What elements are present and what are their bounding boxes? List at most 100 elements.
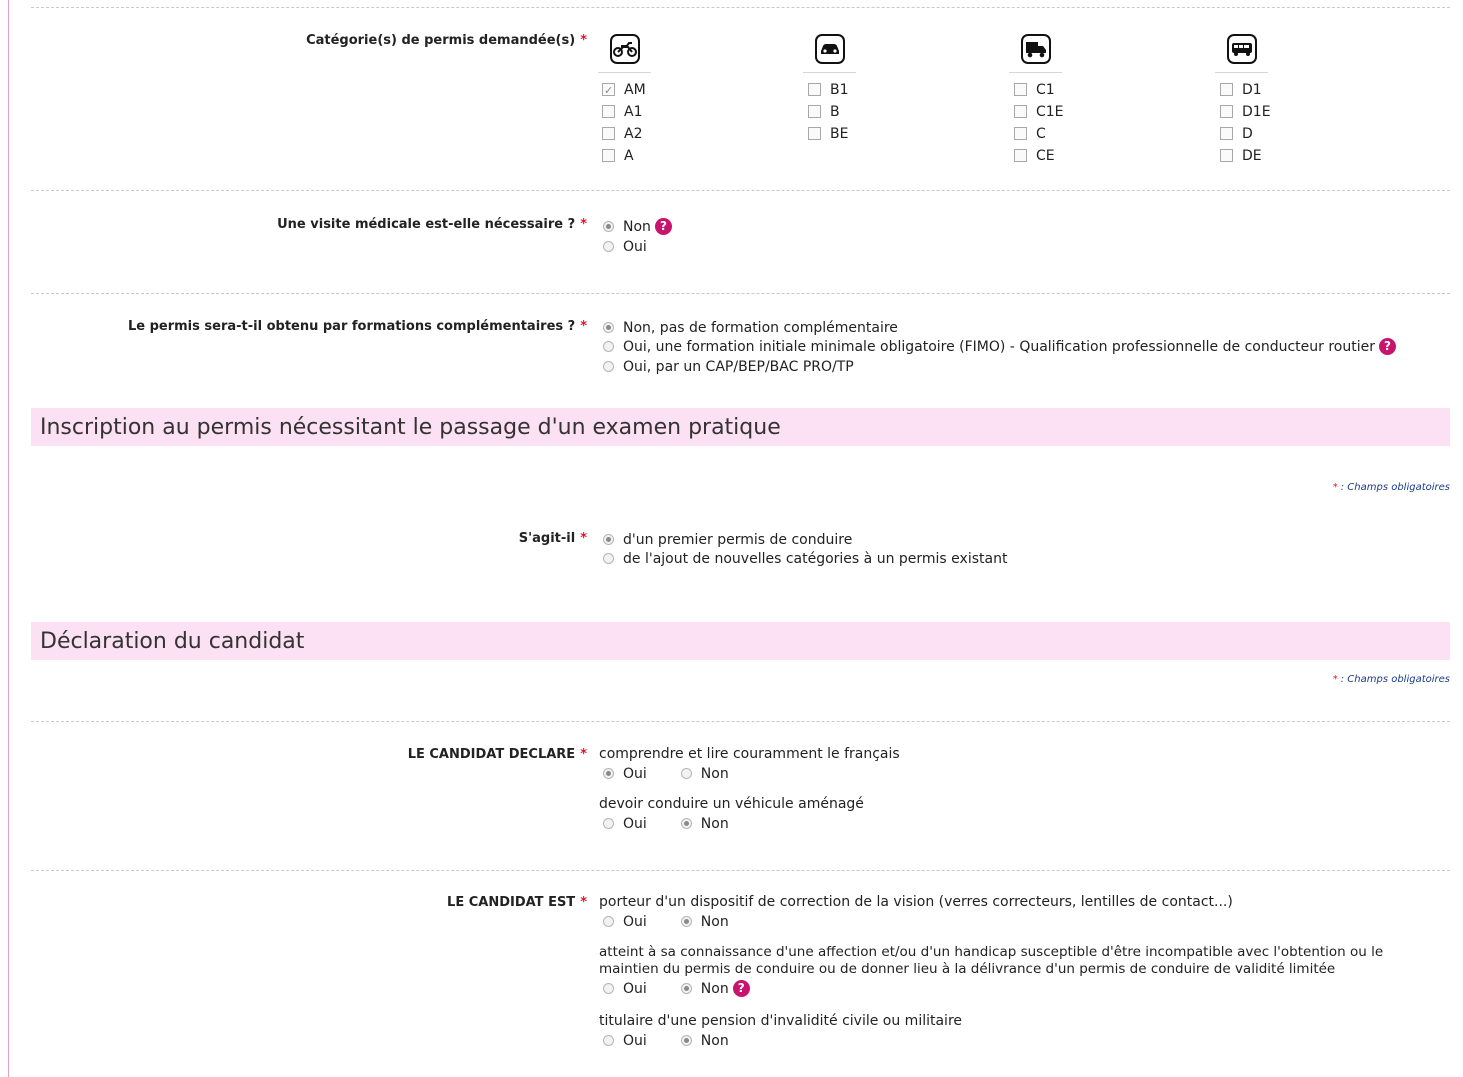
checkbox-a2[interactable]: A2 (602, 124, 642, 144)
option-label: Oui (623, 981, 647, 997)
checkbox-a1[interactable]: A1 (602, 102, 642, 122)
checkbox-ce[interactable]: CE (1014, 146, 1055, 166)
checkbox[interactable] (1014, 126, 1027, 140)
radio-button[interactable] (603, 767, 614, 779)
checkbox-d1[interactable]: D1 (1220, 80, 1262, 100)
radio-button[interactable] (680, 982, 692, 994)
checkbox[interactable] (1220, 82, 1233, 96)
checkbox[interactable] (808, 104, 821, 118)
checkbox-a[interactable]: A (602, 146, 634, 166)
radio-button[interactable] (680, 817, 692, 829)
checkbox[interactable] (602, 126, 615, 140)
training-option-cap[interactable]: Oui, par un CAP/BEP/BAC PRO/TP (603, 357, 854, 377)
checkbox-de[interactable]: DE (1220, 146, 1262, 166)
radio-button[interactable] (603, 321, 614, 333)
motorcycle-icon (610, 34, 640, 64)
required-star: * (580, 33, 587, 48)
sagit-option-first[interactable]: d'un premier permis de conduire (603, 530, 852, 550)
radio-button[interactable] (603, 360, 614, 372)
radio-button[interactable] (603, 340, 614, 352)
checkbox[interactable] (602, 81, 615, 101)
required-star: * (580, 895, 587, 910)
category-code: AM (624, 82, 646, 98)
radio-button[interactable] (680, 767, 692, 779)
help-icon[interactable]: ? (732, 979, 750, 997)
checkbox[interactable] (1014, 82, 1027, 96)
option-label: de l'ajout de nouvelles catégories à un … (623, 551, 1008, 567)
radio-button[interactable] (603, 817, 614, 829)
checkbox[interactable] (808, 126, 821, 140)
radio-button[interactable] (603, 533, 614, 545)
divider (31, 7, 1450, 8)
category-underline (598, 72, 651, 73)
yes-no-group: Oui Non (603, 815, 729, 833)
category-code: B (830, 104, 840, 120)
option-label: Non (700, 816, 729, 832)
category-code: C1E (1036, 104, 1064, 120)
help-icon[interactable]: ? (654, 217, 672, 235)
sagit-label: S'agit-il * (519, 531, 587, 546)
option-label: Non, pas de formation complémentaire (623, 320, 898, 336)
checkbox[interactable] (602, 148, 615, 162)
yes-no-group: Oui Non (603, 1032, 729, 1050)
category-code: C (1036, 126, 1046, 142)
option-label: Non (700, 981, 729, 997)
est-label: LE CANDIDAT EST * (447, 895, 587, 910)
sagit-label-text: S'agit-il (518, 531, 576, 546)
category-underline (1009, 72, 1062, 73)
option-label: Non (700, 914, 729, 930)
required-star: * (580, 747, 587, 762)
option-label: Oui (623, 816, 647, 832)
radio-button[interactable] (603, 552, 614, 564)
checkbox-be[interactable]: BE (808, 124, 848, 144)
radio-button[interactable] (680, 1034, 692, 1046)
training-option-none[interactable]: Non, pas de formation complémentaire (603, 318, 898, 338)
option-label: d'un premier permis de conduire (623, 532, 853, 548)
radio-button[interactable] (603, 915, 614, 927)
category-code: D (1242, 126, 1253, 142)
checkbox[interactable] (1220, 148, 1233, 162)
checkbox-c[interactable]: C (1014, 124, 1046, 144)
checkbox[interactable] (1220, 126, 1233, 140)
checkbox[interactable] (602, 104, 615, 118)
checkbox-b1[interactable]: B1 (808, 80, 849, 100)
checkbox-am[interactable]: AM (602, 80, 646, 101)
question-text: titulaire d'une pension d'invalidité civ… (599, 1013, 963, 1029)
option-label: Oui, une formation initiale minimale obl… (623, 339, 1375, 355)
radio-button[interactable] (603, 240, 614, 252)
category-code: D1 (1242, 82, 1262, 98)
checkbox-d1e[interactable]: D1E (1220, 102, 1271, 122)
checkbox[interactable] (1014, 104, 1027, 118)
question-text: porteur d'un dispositif de correction de… (599, 894, 1233, 910)
category-code: DE (1242, 148, 1262, 164)
medical-option-oui[interactable]: Oui (603, 237, 647, 257)
sagit-option-additional[interactable]: de l'ajout de nouvelles catégories à un … (603, 549, 1007, 569)
radio-button[interactable] (603, 982, 614, 994)
bus-icon (1227, 34, 1257, 64)
checkbox[interactable] (808, 82, 821, 96)
medical-option-non[interactable]: Non? (603, 217, 672, 237)
checkbox[interactable] (1220, 104, 1233, 118)
mandatory-note: *: Champs obligatoires (1333, 674, 1450, 685)
option-label: Oui (623, 1033, 647, 1049)
radio-button[interactable] (603, 220, 614, 232)
radio-button[interactable] (603, 1034, 614, 1046)
option-label: Oui, par un CAP/BEP/BAC PRO/TP (623, 359, 854, 375)
help-icon[interactable]: ? (1378, 337, 1396, 355)
mandatory-note: *: Champs obligatoires (1333, 482, 1450, 493)
checkbox-d[interactable]: D (1220, 124, 1253, 144)
checkbox-c1e[interactable]: C1E (1014, 102, 1064, 122)
checkbox-b[interactable]: B (808, 102, 840, 122)
question-text: devoir conduire un véhicule aménagé (599, 796, 864, 812)
divider (31, 190, 1450, 191)
required-star: * (580, 531, 587, 546)
checkbox[interactable] (1014, 148, 1027, 162)
mandatory-note-text: : Champs obligatoires (1340, 482, 1450, 493)
question-text: atteint à sa connaissance d'une affectio… (599, 944, 1384, 960)
divider (31, 293, 1450, 294)
training-option-fimo[interactable]: Oui, une formation initiale minimale obl… (603, 337, 1396, 357)
section-header-declaration: Déclaration du candidat (31, 622, 1450, 660)
radio-button[interactable] (680, 915, 692, 927)
checkbox-c1[interactable]: C1 (1014, 80, 1055, 100)
category-code: A2 (624, 126, 643, 142)
